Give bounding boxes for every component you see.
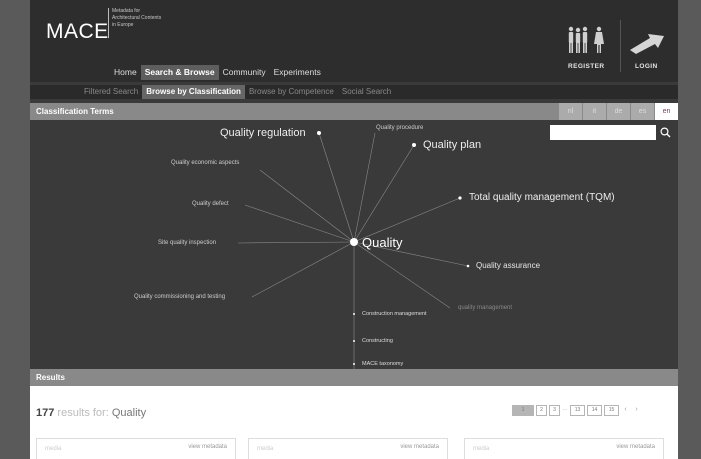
term-site-quality-inspection[interactable]: Site quality inspection [158, 240, 216, 246]
next-page-button[interactable]: › [632, 405, 641, 416]
edge [244, 204, 355, 243]
node-dot [466, 264, 470, 268]
results-summary: 177 results for: Quality [36, 407, 146, 419]
page-13[interactable]: 13 [570, 405, 585, 416]
term-quality-center[interactable]: Quality [362, 235, 402, 250]
card-media-placeholder: media [45, 446, 62, 452]
page-14[interactable]: 14 [587, 405, 602, 416]
edge [318, 132, 355, 243]
prev-page-button[interactable]: ‹ [621, 405, 630, 416]
view-metadata-link[interactable]: view metadata [616, 444, 655, 450]
center-node[interactable] [350, 238, 358, 246]
results-bar: Results [30, 369, 678, 386]
results-for-label: results for: [57, 407, 109, 419]
term-quality-procedure[interactable]: Quality procedure [376, 125, 423, 131]
page-1[interactable]: 1 [512, 405, 534, 416]
card-media-placeholder: media [257, 446, 274, 452]
page-2[interactable]: 2 [536, 405, 547, 416]
card-media-placeholder: media [473, 446, 490, 452]
node-dot [412, 143, 416, 147]
edge [353, 144, 415, 243]
term-quality-commissioning-testing[interactable]: Quality commissioning and testing [134, 294, 225, 300]
view-metadata-link[interactable]: view metadata [400, 444, 439, 450]
result-card[interactable]: media view metadata [36, 438, 236, 459]
results-bar-title: Results [36, 373, 65, 382]
edge [259, 169, 355, 243]
edge [251, 241, 355, 298]
results-count: 177 [36, 407, 55, 419]
term-quality-regulation[interactable]: Quality regulation [220, 127, 306, 139]
node-dot [458, 196, 462, 200]
node-dot [353, 363, 355, 365]
search-icon[interactable] [657, 125, 674, 140]
term-total-quality-management[interactable]: Total quality management (TQM) [469, 192, 615, 203]
view-metadata-link[interactable]: view metadata [188, 444, 227, 450]
edge [353, 132, 376, 243]
term-construction-management[interactable]: Construction management [362, 311, 427, 317]
page-15[interactable]: 15 [604, 405, 619, 416]
node-dot [353, 340, 355, 342]
page-frame: MACE Metadata for Architectural Contents… [30, 0, 678, 459]
term-quality-management[interactable]: quality management [458, 305, 512, 311]
result-card[interactable]: media view metadata [248, 438, 448, 459]
classification-search-input[interactable] [550, 125, 656, 140]
results-panel: 177 results for: Quality 1 2 3 ... 13 14… [30, 386, 678, 459]
term-quality-economic-aspects[interactable]: Quality economic aspects [171, 160, 239, 166]
results-query: Quality [111, 407, 147, 419]
node-dot [353, 313, 355, 315]
term-quality-assurance[interactable]: Quality assurance [476, 261, 540, 270]
term-constructing[interactable]: Constructing [362, 338, 393, 344]
term-quality-plan[interactable]: Quality plan [423, 139, 481, 151]
result-card[interactable]: media view metadata [464, 438, 664, 459]
page-ellipsis: ... [562, 405, 568, 416]
term-mace-taxonomy[interactable]: MACE taxonomy [362, 361, 403, 367]
pagination: 1 2 3 ... 13 14 15 ‹ › [512, 405, 641, 416]
page-3[interactable]: 3 [549, 405, 560, 416]
term-quality-defect[interactable]: Quality defect [192, 201, 229, 207]
node-dot [317, 131, 321, 135]
edge [237, 241, 355, 244]
